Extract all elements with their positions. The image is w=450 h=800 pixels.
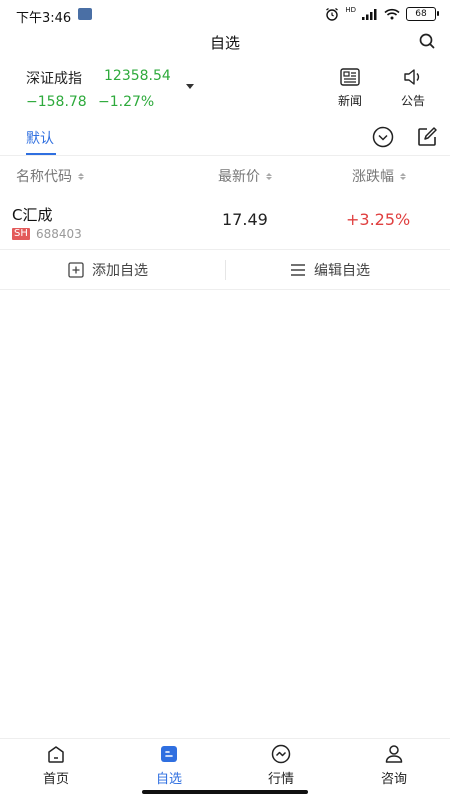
wifi-icon [384, 8, 400, 20]
nav-label: 自选 [155, 772, 182, 787]
alarm-icon [326, 7, 339, 21]
stock-code: 688403 [36, 227, 82, 241]
edit-watchlist-button[interactable]: 编辑自选 [290, 250, 370, 290]
nav-item-watchlist[interactable]: 自选 [139, 743, 199, 787]
add-watchlist-label: 添加自选 [92, 263, 148, 279]
expand-groups-icon[interactable] [372, 126, 394, 148]
announcement-button[interactable]: 公告 [393, 68, 433, 109]
column-header-price-label: 最新价 [218, 169, 260, 185]
list-icon [291, 264, 305, 276]
sort-icon [78, 172, 84, 180]
stock-change-percent: +3.25% [346, 210, 411, 229]
stock-name: C汇成 [12, 206, 53, 224]
news-label: 新闻 [337, 94, 362, 108]
app-notification-icon [78, 8, 92, 20]
status-time: 下午3:46 [16, 11, 72, 26]
home-icon [48, 746, 64, 763]
nav-label: 首页 [42, 772, 69, 787]
profile-icon [385, 745, 403, 763]
search-icon[interactable] [418, 32, 436, 50]
table-row[interactable]: C汇成 SH 688403 17.49 +3.25% [0, 196, 450, 250]
nav-label: 咨询 [380, 772, 407, 787]
page-title: 自选 [209, 34, 240, 52]
bottom-navigation: 首页 自选 行情 咨询 [0, 738, 450, 790]
tab-default[interactable]: 默认 [26, 128, 54, 148]
add-watchlist-button[interactable]: 添加自选 [68, 250, 148, 290]
speaker-icon [404, 69, 420, 85]
divider [225, 260, 226, 280]
index-change: −158.78 [26, 94, 87, 110]
header: 自选 [0, 30, 450, 54]
index-change-percent: −1.27% [98, 94, 155, 110]
index-name: 深证成指 [26, 71, 82, 87]
sort-icon [266, 172, 272, 180]
column-header-change-label: 涨跌幅 [352, 169, 394, 185]
stock-price: 17.49 [222, 210, 268, 229]
market-badge: SH [12, 228, 30, 240]
nav-item-consult[interactable]: 咨询 [364, 743, 424, 787]
market-icon [271, 744, 291, 764]
battery-level: 68 [415, 9, 427, 19]
watchlist-actions: 添加自选 编辑自选 [0, 250, 450, 290]
home-indicator [142, 790, 308, 794]
status-bar: 下午3:46 HD 68 [0, 0, 450, 30]
sort-icon [400, 172, 406, 180]
news-icon [340, 68, 360, 86]
nav-item-home[interactable]: 首页 [26, 743, 86, 787]
column-header-name-label: 名称代码 [16, 169, 72, 185]
watchlist-icon [161, 746, 177, 762]
column-header-name[interactable]: 名称代码 [16, 166, 84, 186]
network-label: HD [345, 6, 356, 14]
add-square-icon [68, 262, 84, 278]
announcement-label: 公告 [400, 94, 425, 108]
index-value: 12358.54 [104, 68, 171, 84]
signal-icon [362, 9, 377, 20]
status-indicators: HD 68 [325, 6, 439, 21]
nav-item-market[interactable]: 行情 [251, 743, 311, 787]
tab-active-indicator [26, 153, 56, 155]
group-tabs: 默认 [0, 120, 450, 156]
edit-watchlist-label: 编辑自选 [314, 263, 370, 279]
nav-label: 行情 [267, 772, 294, 787]
index-dropdown-caret-icon[interactable] [186, 84, 194, 89]
battery-indicator: 68 [406, 7, 439, 21]
column-header-change[interactable]: 涨跌幅 [352, 166, 406, 186]
index-summary[interactable]: 深证成指 12358.54 −158.78 −1.27% 新闻 公告 [0, 60, 450, 120]
news-button[interactable]: 新闻 [330, 68, 370, 109]
column-header-price[interactable]: 最新价 [218, 166, 272, 186]
edit-icon[interactable] [416, 126, 438, 148]
